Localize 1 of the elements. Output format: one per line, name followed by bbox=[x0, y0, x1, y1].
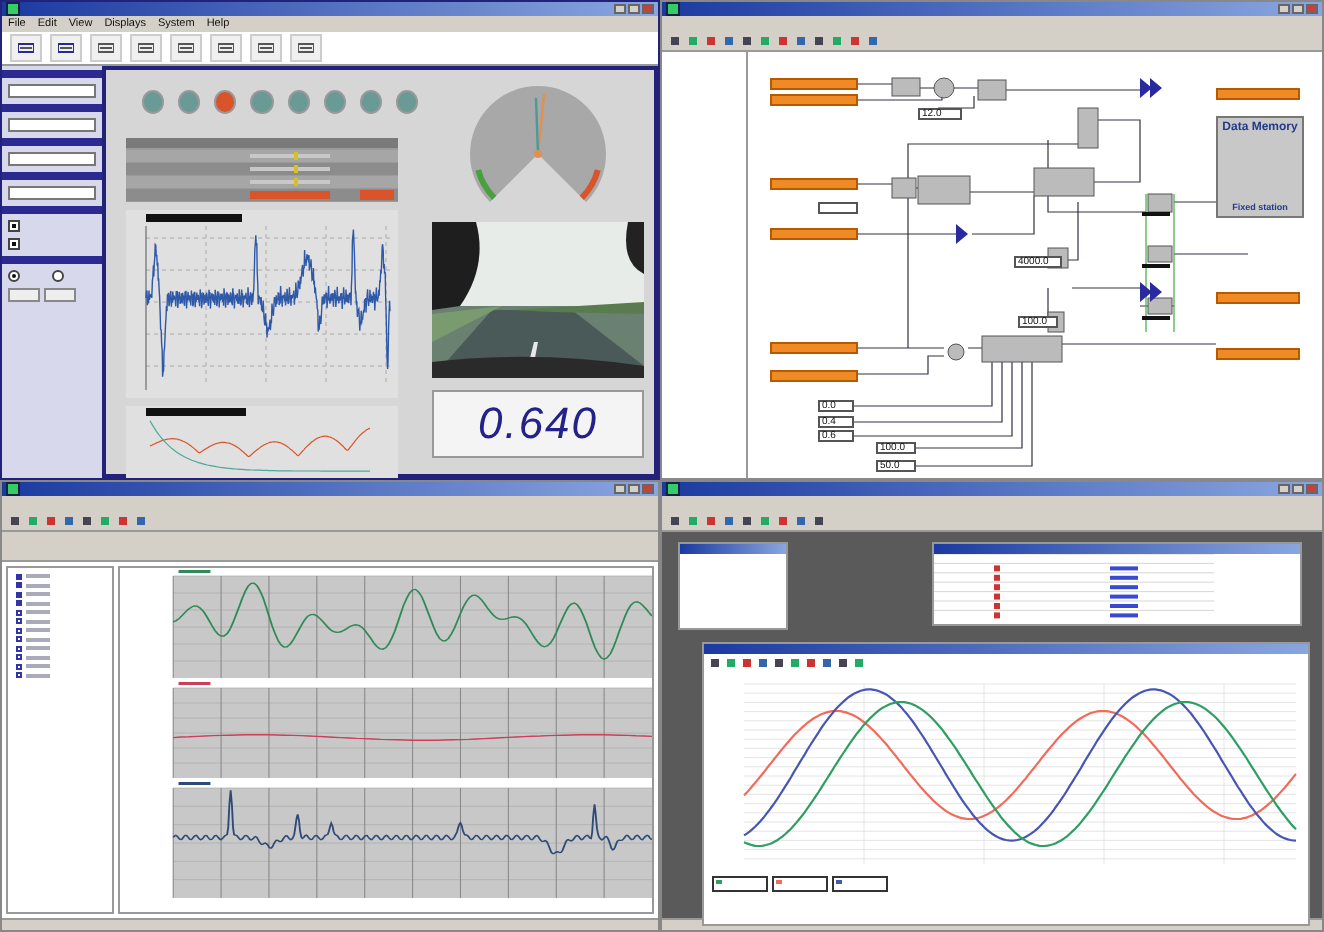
display-value: 0.640 bbox=[477, 398, 599, 450]
